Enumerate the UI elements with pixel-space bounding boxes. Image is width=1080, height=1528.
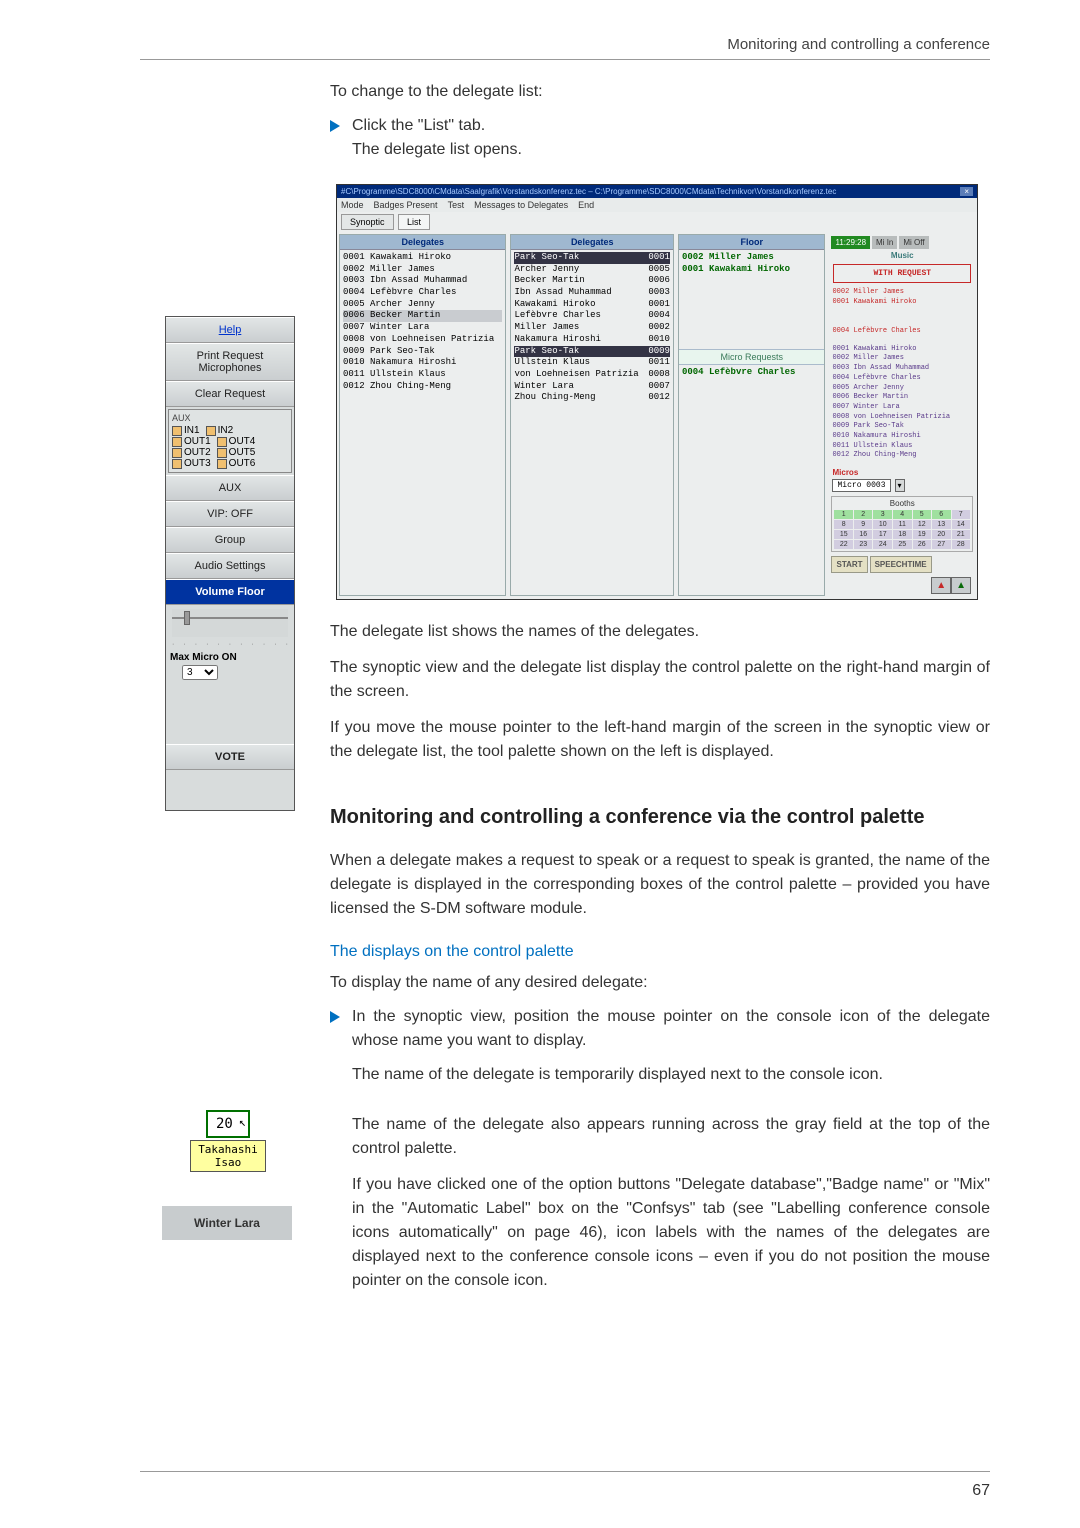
console-icon-figure: 20↖ Takahashi Isao <box>190 1110 266 1172</box>
audio-settings-button[interactable]: Audio Settings <box>166 553 294 579</box>
slider-ticks: ··········· <box>166 641 294 648</box>
step-list-tab: Click the "List" tab. The delegate list … <box>330 114 990 162</box>
running-header: Monitoring and controlling a conference <box>140 36 990 60</box>
aux-button[interactable]: AUX <box>166 475 294 501</box>
out5-checkbox[interactable]: OUT5 <box>217 447 256 458</box>
tool-palette: Help Print Request Microphones Clear Req… <box>165 316 295 811</box>
gray-field-figure: Winter Lara <box>162 1206 292 1240</box>
triangle-bullet-icon <box>330 1011 340 1023</box>
print-request-button[interactable]: Print Request Microphones <box>166 343 294 381</box>
step-synoptic: In the synoptic view, position the mouse… <box>330 1005 990 1053</box>
in2-checkbox[interactable]: IN2 <box>206 425 234 436</box>
out6-checkbox[interactable]: OUT6 <box>217 458 256 469</box>
triangle-bullet-icon <box>330 120 340 132</box>
clear-request-button[interactable]: Clear Request <box>166 381 294 407</box>
group-button[interactable]: Group <box>166 527 294 553</box>
out4-checkbox[interactable]: OUT4 <box>217 436 256 447</box>
vote-button[interactable]: VOTE <box>166 744 294 770</box>
footer-rule <box>140 1471 990 1472</box>
volume-floor-label: Volume Floor <box>166 579 294 605</box>
help-button[interactable]: Help <box>166 317 294 343</box>
main-content: To change to the delegate list: Click th… <box>330 80 990 1293</box>
subsection-heading: The displays on the control palette <box>330 943 990 961</box>
in1-checkbox[interactable]: IN1 <box>172 425 200 436</box>
vip-off-button[interactable]: VIP: OFF <box>166 501 294 527</box>
aux-group: AUX IN1IN2 OUT1OUT4 OUT2OUT5 OUT3OUT6 <box>168 409 292 473</box>
max-micro-select[interactable]: 3 <box>182 665 218 680</box>
page-number: 67 <box>972 1482 990 1500</box>
out1-checkbox[interactable]: OUT1 <box>172 436 211 447</box>
out2-checkbox[interactable]: OUT2 <box>172 447 211 458</box>
out3-checkbox[interactable]: OUT3 <box>172 458 211 469</box>
max-micro-on: Max Micro ON 3 <box>166 648 294 684</box>
cursor-icon: ↖ <box>239 1115 246 1129</box>
section-heading: Monitoring and controlling a conference … <box>330 804 990 831</box>
volume-floor-slider[interactable] <box>172 609 288 637</box>
